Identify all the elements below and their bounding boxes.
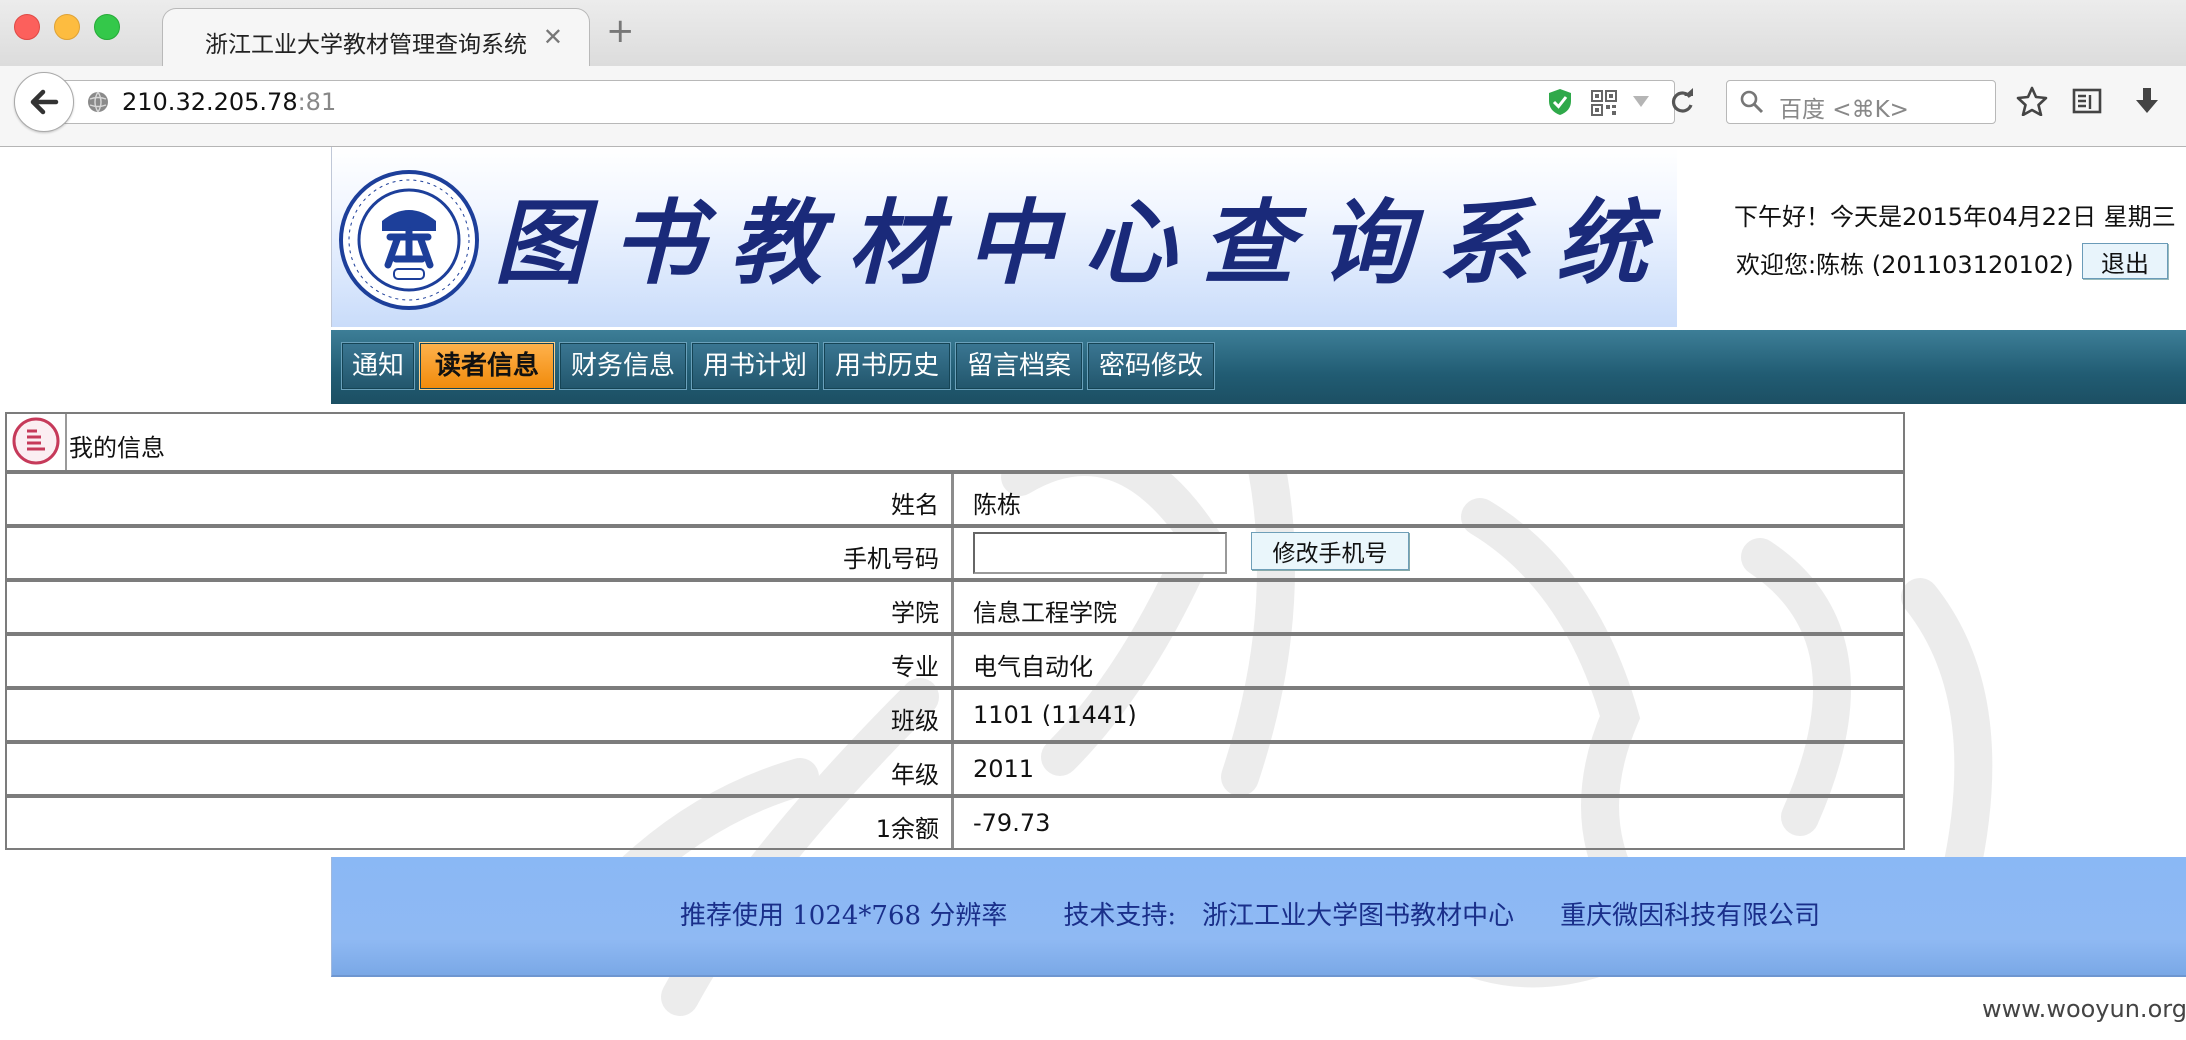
footer-resolution: 推荐使用 1024*768 分辨率 (680, 901, 1008, 931)
menu-item-finance-info[interactable]: 财务信息 (559, 342, 687, 390)
info-row-college: 学院 信息工程学院 (5, 580, 1905, 634)
label-cell: 专业 (7, 636, 954, 686)
tab-title: 浙江工业大学教材管理查询系统 (205, 32, 527, 58)
menu-item-reader-info[interactable]: 读者信息 (419, 342, 555, 390)
menu-item-message-archive[interactable]: 留言档案 (955, 342, 1083, 390)
row-label: 班级 (891, 707, 939, 735)
row-value: 信息工程学院 (973, 599, 1117, 627)
main-menu-bar: 通知 读者信息 财务信息 用书计划 用书历史 留言档案 密码修改 (331, 330, 2186, 404)
address-bar[interactable]: 210.32.205.78:81 (58, 80, 1693, 124)
menu-item-book-history[interactable]: 用书历史 (823, 342, 951, 390)
menu-item-book-plan[interactable]: 用书计划 (691, 342, 819, 390)
change-phone-button[interactable]: 修改手机号 (1251, 532, 1409, 570)
phone-input[interactable] (973, 532, 1227, 574)
info-row-name: 姓名 陈栋 (5, 472, 1905, 526)
window-close-icon[interactable] (14, 14, 40, 40)
site-banner: 图书教材中心查询系统 (331, 147, 1677, 327)
bookmark-star-icon[interactable] (2016, 86, 2048, 116)
window-zoom-icon[interactable] (94, 14, 120, 40)
row-value: 陈栋 (973, 491, 1021, 519)
label-cell: 班级 (7, 690, 954, 740)
label-cell: 1余额 (7, 798, 954, 848)
row-label: 1余额 (875, 815, 939, 843)
search-bar[interactable]: 百度 <⌘K> (1726, 80, 1996, 124)
info-row-class: 班级 1101 (11441) (5, 688, 1905, 742)
download-icon[interactable] (2134, 86, 2160, 116)
row-label: 姓名 (891, 491, 939, 519)
row-value: -79.73 (973, 809, 1051, 837)
row-value: 电气自动化 (973, 653, 1093, 681)
welcome-text: 欢迎您:陈栋 (201103120102) (1736, 251, 2074, 279)
footer-org-1: 浙江工业大学图书教材中心 (1202, 901, 1515, 931)
browser-tab-bar: 浙江工业大学教材管理查询系统 ✕ + (0, 0, 2186, 67)
url-host: 210.32.205.78 (122, 88, 298, 116)
browser-tab[interactable]: 浙江工业大学教材管理查询系统 ✕ (162, 8, 590, 67)
university-logo-icon (339, 170, 479, 310)
document-list-icon (12, 417, 60, 465)
reading-list-icon[interactable] (2072, 88, 2102, 114)
row-label: 年级 (891, 761, 939, 789)
new-tab-icon[interactable]: + (606, 14, 635, 48)
label-cell: 学院 (7, 582, 954, 632)
row-value: 2011 (973, 755, 1035, 783)
site-footer: 推荐使用 1024*768 分辨率 技术支持: 浙江工业大学图书教材中心 重庆微因科技… (331, 857, 2186, 977)
info-header-row: 我的信息 (5, 412, 1905, 472)
row-label: 手机号码 (843, 545, 939, 573)
greeting-text: 下午好！今天是2015年04月22日 星期三 (1734, 203, 2176, 231)
back-arrow-icon (30, 89, 59, 115)
web-page: 图书教材中心查询系统 下午好！今天是2015年04月22日 星期三 欢迎您:陈栋… (0, 147, 2186, 1040)
qr-code-icon[interactable] (1590, 89, 1618, 117)
label-cell: 姓名 (7, 474, 954, 524)
search-placeholder: 百度 <⌘K> (1779, 97, 1909, 123)
menu-item-password-change[interactable]: 密码修改 (1087, 342, 1215, 390)
dropdown-arrow-icon[interactable] (1632, 95, 1650, 109)
footer-text: 推荐使用 1024*768 分辨率 技术支持: 浙江工业大学图书教材中心 重庆微因科技… (680, 895, 1876, 932)
back-button[interactable] (14, 72, 74, 132)
info-row-grade: 年级 2011 (5, 742, 1905, 796)
footer-support-label: 技术支持: (1063, 901, 1177, 931)
shield-icon[interactable] (1546, 87, 1574, 117)
info-row-phone: 手机号码 修改手机号 (5, 526, 1905, 580)
header-divider (65, 414, 67, 470)
globe-icon (88, 91, 108, 113)
url-port: :81 (297, 88, 337, 116)
menu-item-notice[interactable]: 通知 (341, 342, 415, 390)
browser-nav-bar: 210.32.205.78:81 百度 <⌘K> (0, 66, 2186, 147)
search-icon (1740, 90, 1764, 114)
row-value: 1101 (11441) (973, 701, 1137, 729)
label-cell: 年级 (7, 744, 954, 794)
label-cell: 手机号码 (7, 528, 954, 578)
info-header-title: 我的信息 (69, 434, 165, 462)
logout-button[interactable]: 退出 (2082, 243, 2168, 279)
reload-icon[interactable] (1668, 88, 1696, 116)
info-row-major: 专业 电气自动化 (5, 634, 1905, 688)
window-minimize-icon[interactable] (54, 14, 80, 40)
footer-org-2: 重庆微因科技有限公司 (1560, 901, 1821, 931)
row-label: 专业 (891, 653, 939, 681)
watermark-text: www.wooyun.org (1982, 995, 2186, 1023)
tab-close-icon[interactable]: ✕ (543, 23, 563, 51)
site-title: 图书教材中心查询系统 (494, 189, 1675, 297)
info-row-balance: 1余额 -79.73 (5, 796, 1905, 850)
url-text[interactable]: 210.32.205.78:81 (122, 88, 336, 116)
row-label: 学院 (891, 599, 939, 627)
